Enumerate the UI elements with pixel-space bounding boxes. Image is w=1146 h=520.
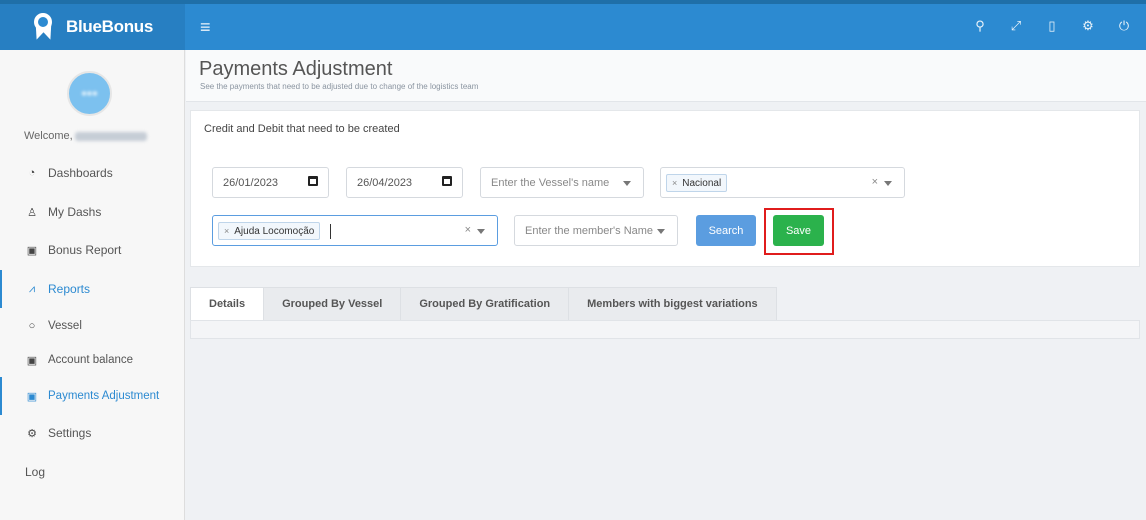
welcome-text: Welcome, [24,130,147,142]
tab-content [190,320,1140,339]
remove-tag-icon[interactable]: × [224,226,229,236]
top-bar: BlueBonus ≡ ⚲ ⤢ ▯ ⚙ ⏻ [0,0,1146,50]
avatar: ●●● [67,71,112,116]
tab-grouped-by-gratification[interactable]: Grouped By Gratification [401,287,570,321]
cogs-icon[interactable]: ⚙ [1080,18,1096,34]
top-icons: ⚲ ⤢ ▯ ⚙ ⏻ [972,18,1132,34]
sidebar-item-bonus-report[interactable]: ▣ Bonus Report [0,231,184,269]
sidebar-item-payments-adjustment[interactable]: ▣ Payments Adjustment [0,377,184,415]
remove-tag-icon[interactable]: × [672,178,677,188]
tab-details[interactable]: Details [190,287,265,321]
gratification-multiselect[interactable]: × Ajuda Locomoção × [212,215,498,246]
line-chart-icon: ⩘ [28,282,36,295]
page-title: Payments Adjustment [199,58,393,80]
calendar-icon[interactable] [308,176,318,186]
money-icon: ▣ [26,244,38,257]
money-icon: ▣ [26,390,38,403]
sidebar-item-account-balance[interactable]: ▣ Account balance [0,341,184,379]
date-from-input[interactable]: 26/01/2023 [212,167,329,198]
search-icon[interactable]: ⚲ [972,18,988,34]
filter-card: Credit and Debit that need to be created… [190,110,1140,267]
sidebar-item-label: Reports [48,282,91,296]
sidebar-item-label: My Dashs [48,205,102,219]
chevron-down-icon [884,181,892,186]
date-to-input[interactable]: 26/04/2023 [346,167,463,198]
sidebar-item-vessel[interactable]: ○ Vessel [0,307,184,345]
sidebar: ●●● Welcome, ◔ Dashboards ♙ My Dashs ▣ B… [0,50,185,520]
power-icon[interactable]: ⏻ [1116,18,1132,34]
tab-members-biggest-variations[interactable]: Members with biggest variations [569,287,777,321]
sidebar-item-label: Bonus Report [48,243,122,257]
chevron-down-icon [657,229,665,234]
calendar-icon[interactable] [442,176,452,186]
page-subtitle: See the payments that need to be adjuste… [200,82,479,91]
vessel-select[interactable]: Enter the Vessel's name [480,167,644,198]
expand-icon[interactable]: ⤢ [1008,18,1024,34]
sidebar-item-dashboards[interactable]: ◔ Dashboards [0,154,184,192]
sidebar-item-label: Log [25,465,46,479]
sidebar-item-label: Dashboards [48,166,113,180]
user-icon: ♙ [27,206,37,219]
search-button[interactable]: Search [696,215,756,246]
sidebar-item-my-dashs[interactable]: ♙ My Dashs [0,193,184,231]
text-cursor [330,224,331,239]
member-select[interactable]: Enter the member's Name [514,215,678,246]
sidebar-item-label: Vessel [48,320,82,332]
cogs-icon: ⚙ [27,427,37,440]
sidebar-item-log[interactable]: Log [0,453,184,491]
sidebar-item-label: Payments Adjustment [48,390,160,402]
sidebar-item-label: Settings [48,426,92,440]
results-tabs: Details Grouped By Vessel Grouped By Gra… [190,287,777,321]
mobile-icon[interactable]: ▯ [1044,18,1060,34]
money-icon: ▣ [26,354,38,367]
card-title: Credit and Debit that need to be created [204,123,400,135]
selected-tag: × Ajuda Locomoção [218,222,321,240]
highlight-box [764,208,834,255]
chevron-down-icon [477,229,485,234]
award-icon [30,12,57,42]
tachometer-icon: ◔ [28,167,36,179]
selected-tag: × Nacional [666,174,728,192]
page-header: Payments Adjustment See the payments tha… [186,50,1146,102]
hamburger-icon[interactable]: ≡ [200,17,211,38]
sidebar-item-label: Account balance [48,354,134,366]
brand-logo-area[interactable]: BlueBonus [0,4,185,50]
clear-icon[interactable]: × [872,176,878,188]
tab-grouped-by-vessel[interactable]: Grouped By Vessel [264,287,402,321]
category-multiselect[interactable]: × Nacional × [660,167,905,198]
sidebar-item-settings[interactable]: ⚙ Settings [0,414,184,452]
sidebar-item-reports[interactable]: ⩘ Reports [0,270,184,308]
circle-icon: ○ [28,320,36,332]
clear-icon[interactable]: × [465,224,471,236]
chevron-down-icon [623,181,631,186]
brand-name: BlueBonus [66,17,154,36]
